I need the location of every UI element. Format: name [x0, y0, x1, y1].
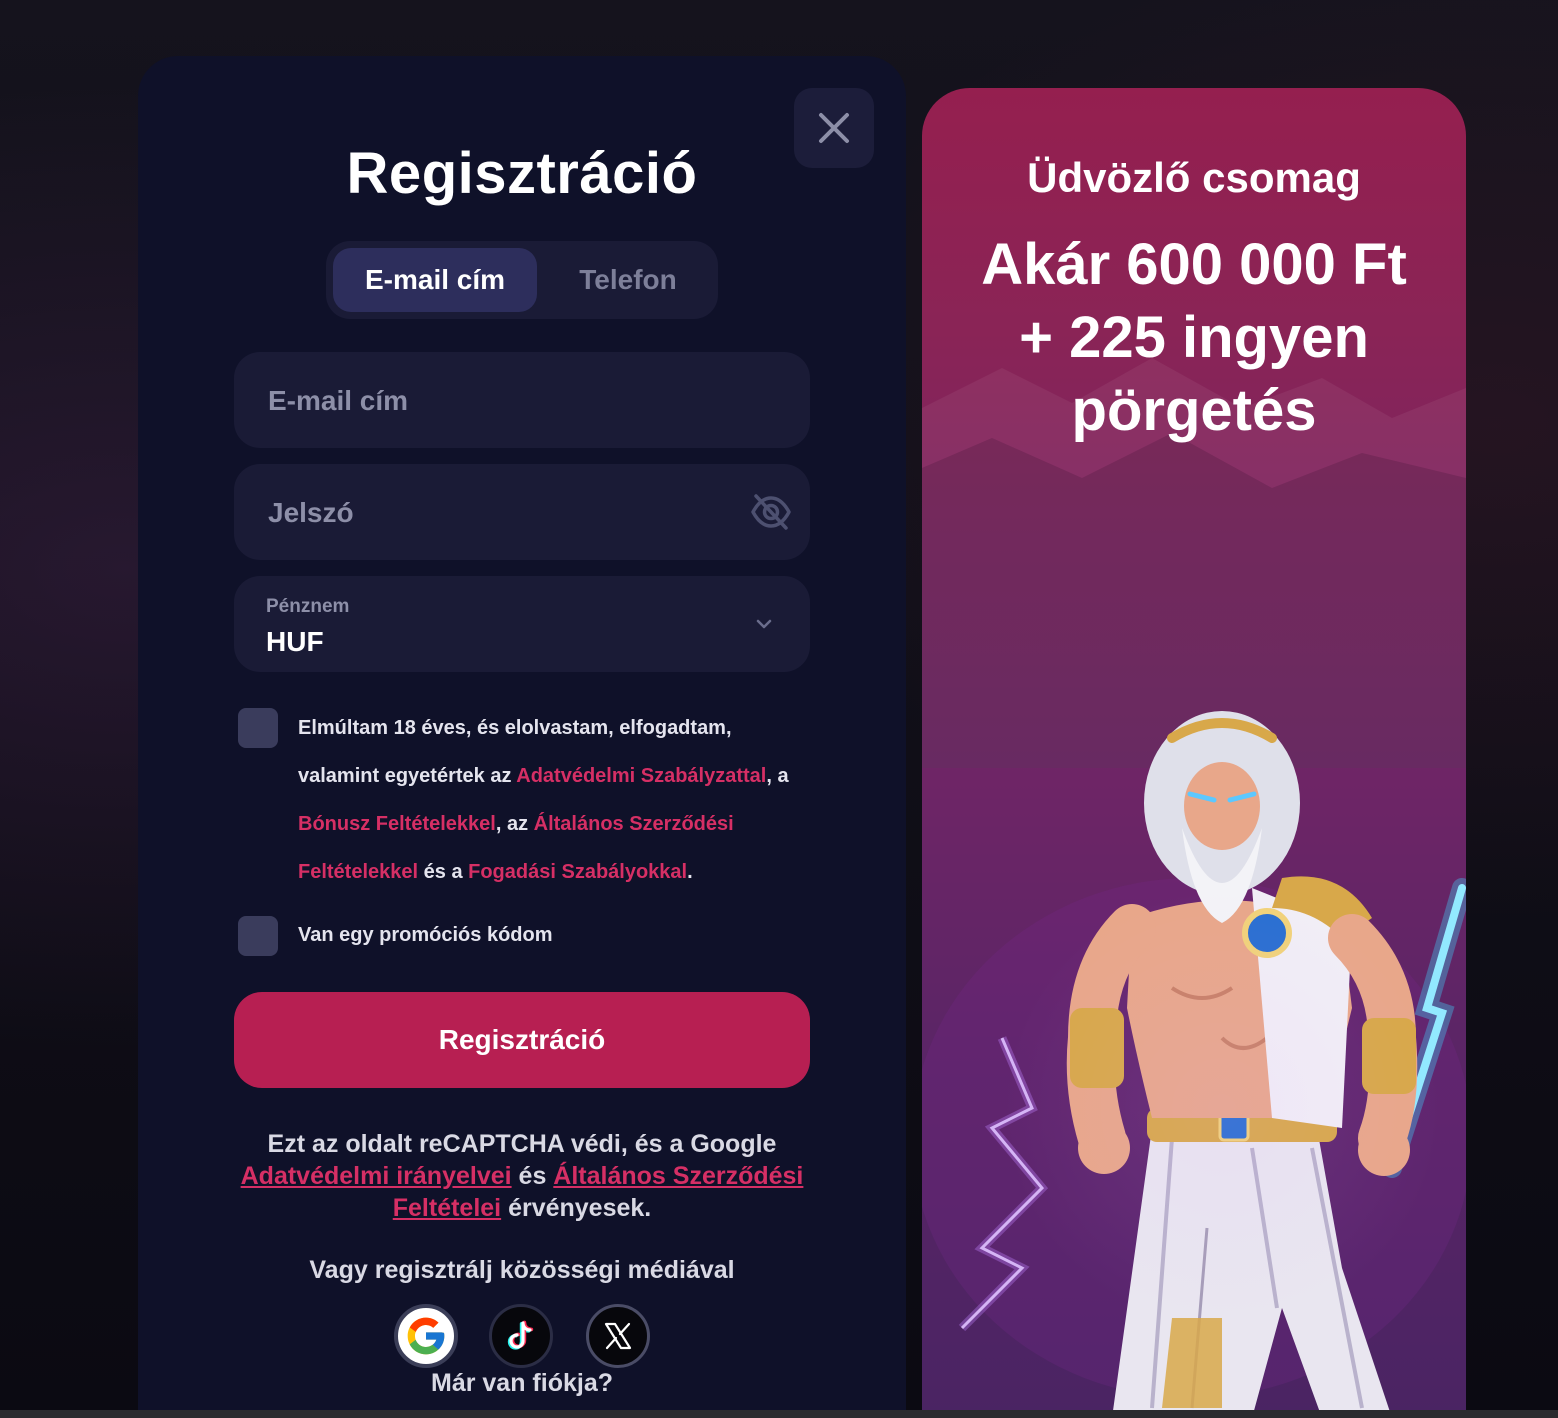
privacy-policy-link[interactable]: Adatvédelmi Szabályzattal: [516, 765, 766, 787]
modal-title: Regisztráció: [346, 141, 698, 206]
currency-value: HUF: [266, 626, 324, 657]
page-bottom-border: [0, 1410, 1558, 1418]
tiktok-login-button[interactable]: [489, 1304, 553, 1368]
terms-text-part: , az: [495, 813, 534, 835]
x-login-button[interactable]: [586, 1304, 650, 1368]
terms-text-part: és a: [418, 861, 469, 883]
chevron-down-icon: [756, 619, 772, 629]
email-input[interactable]: [266, 352, 782, 450]
captcha-text-part: Ezt az oldalt reCAPTCHA védi, és a Googl…: [267, 1130, 777, 1158]
terms-checkbox[interactable]: [238, 708, 278, 748]
welcome-bonus-card: Üdvözlő csomag Akár 600 000 Ft + 225 ing…: [922, 88, 1466, 1418]
currency-select[interactable]: Pénznem HUF: [234, 576, 810, 672]
betting-rules-link[interactable]: Fogadási Szabályokkal: [468, 861, 687, 883]
captcha-text-part: és: [511, 1162, 554, 1190]
promo-subtitle: Üdvözlő csomag: [1027, 154, 1361, 201]
register-submit-button[interactable]: Regisztráció: [234, 992, 810, 1088]
email-field-container: [234, 352, 810, 450]
bonus-terms-link[interactable]: Bónusz Feltételekkel: [298, 813, 496, 835]
google-privacy-link[interactable]: Adatvédelmi irányelvei: [241, 1162, 512, 1190]
promo-code-label[interactable]: Van egy promóciós kódom: [298, 924, 553, 947]
google-icon: [407, 1317, 445, 1355]
promo-headline-line2: + 225 ingyen: [1019, 305, 1369, 370]
x-icon: [604, 1322, 632, 1350]
terms-text-part: .: [687, 861, 693, 883]
password-input[interactable]: [266, 464, 711, 562]
eye-off-icon[interactable]: [750, 492, 792, 532]
promo-headline: Akár 600 000 Ft + 225 ingyen pörgetés: [942, 228, 1446, 447]
social-register-title: Vagy regisztrálj közösségi médiával: [309, 1256, 735, 1284]
promo-headline-line3: pörgetés: [1071, 378, 1317, 443]
login-link[interactable]: Már van fiókja?: [138, 1369, 906, 1398]
recaptcha-notice: Ezt az oldalt reCAPTCHA védi, és a Googl…: [228, 1128, 816, 1224]
register-method-tabs: E-mail cím Telefon: [326, 241, 718, 319]
tab-email[interactable]: E-mail cím: [333, 248, 537, 312]
zeus-illustration: [922, 711, 1466, 1418]
captcha-text-part: érvényesek.: [501, 1194, 652, 1222]
register-modal: Regisztráció E-mail cím Telefon Pénznem …: [138, 56, 906, 1418]
promo-code-checkbox[interactable]: [238, 916, 278, 956]
currency-label: Pénznem: [266, 596, 350, 617]
tab-phone[interactable]: Telefon: [545, 248, 711, 312]
promo-headline-line1: Akár 600 000 Ft: [981, 232, 1407, 297]
terms-text: Elmúltam 18 éves, és elolvastam, elfogad…: [298, 704, 818, 896]
google-login-button[interactable]: [394, 1304, 458, 1368]
terms-text-part: , a: [766, 765, 789, 787]
password-field-container: [234, 464, 810, 562]
tiktok-icon: [507, 1320, 534, 1350]
